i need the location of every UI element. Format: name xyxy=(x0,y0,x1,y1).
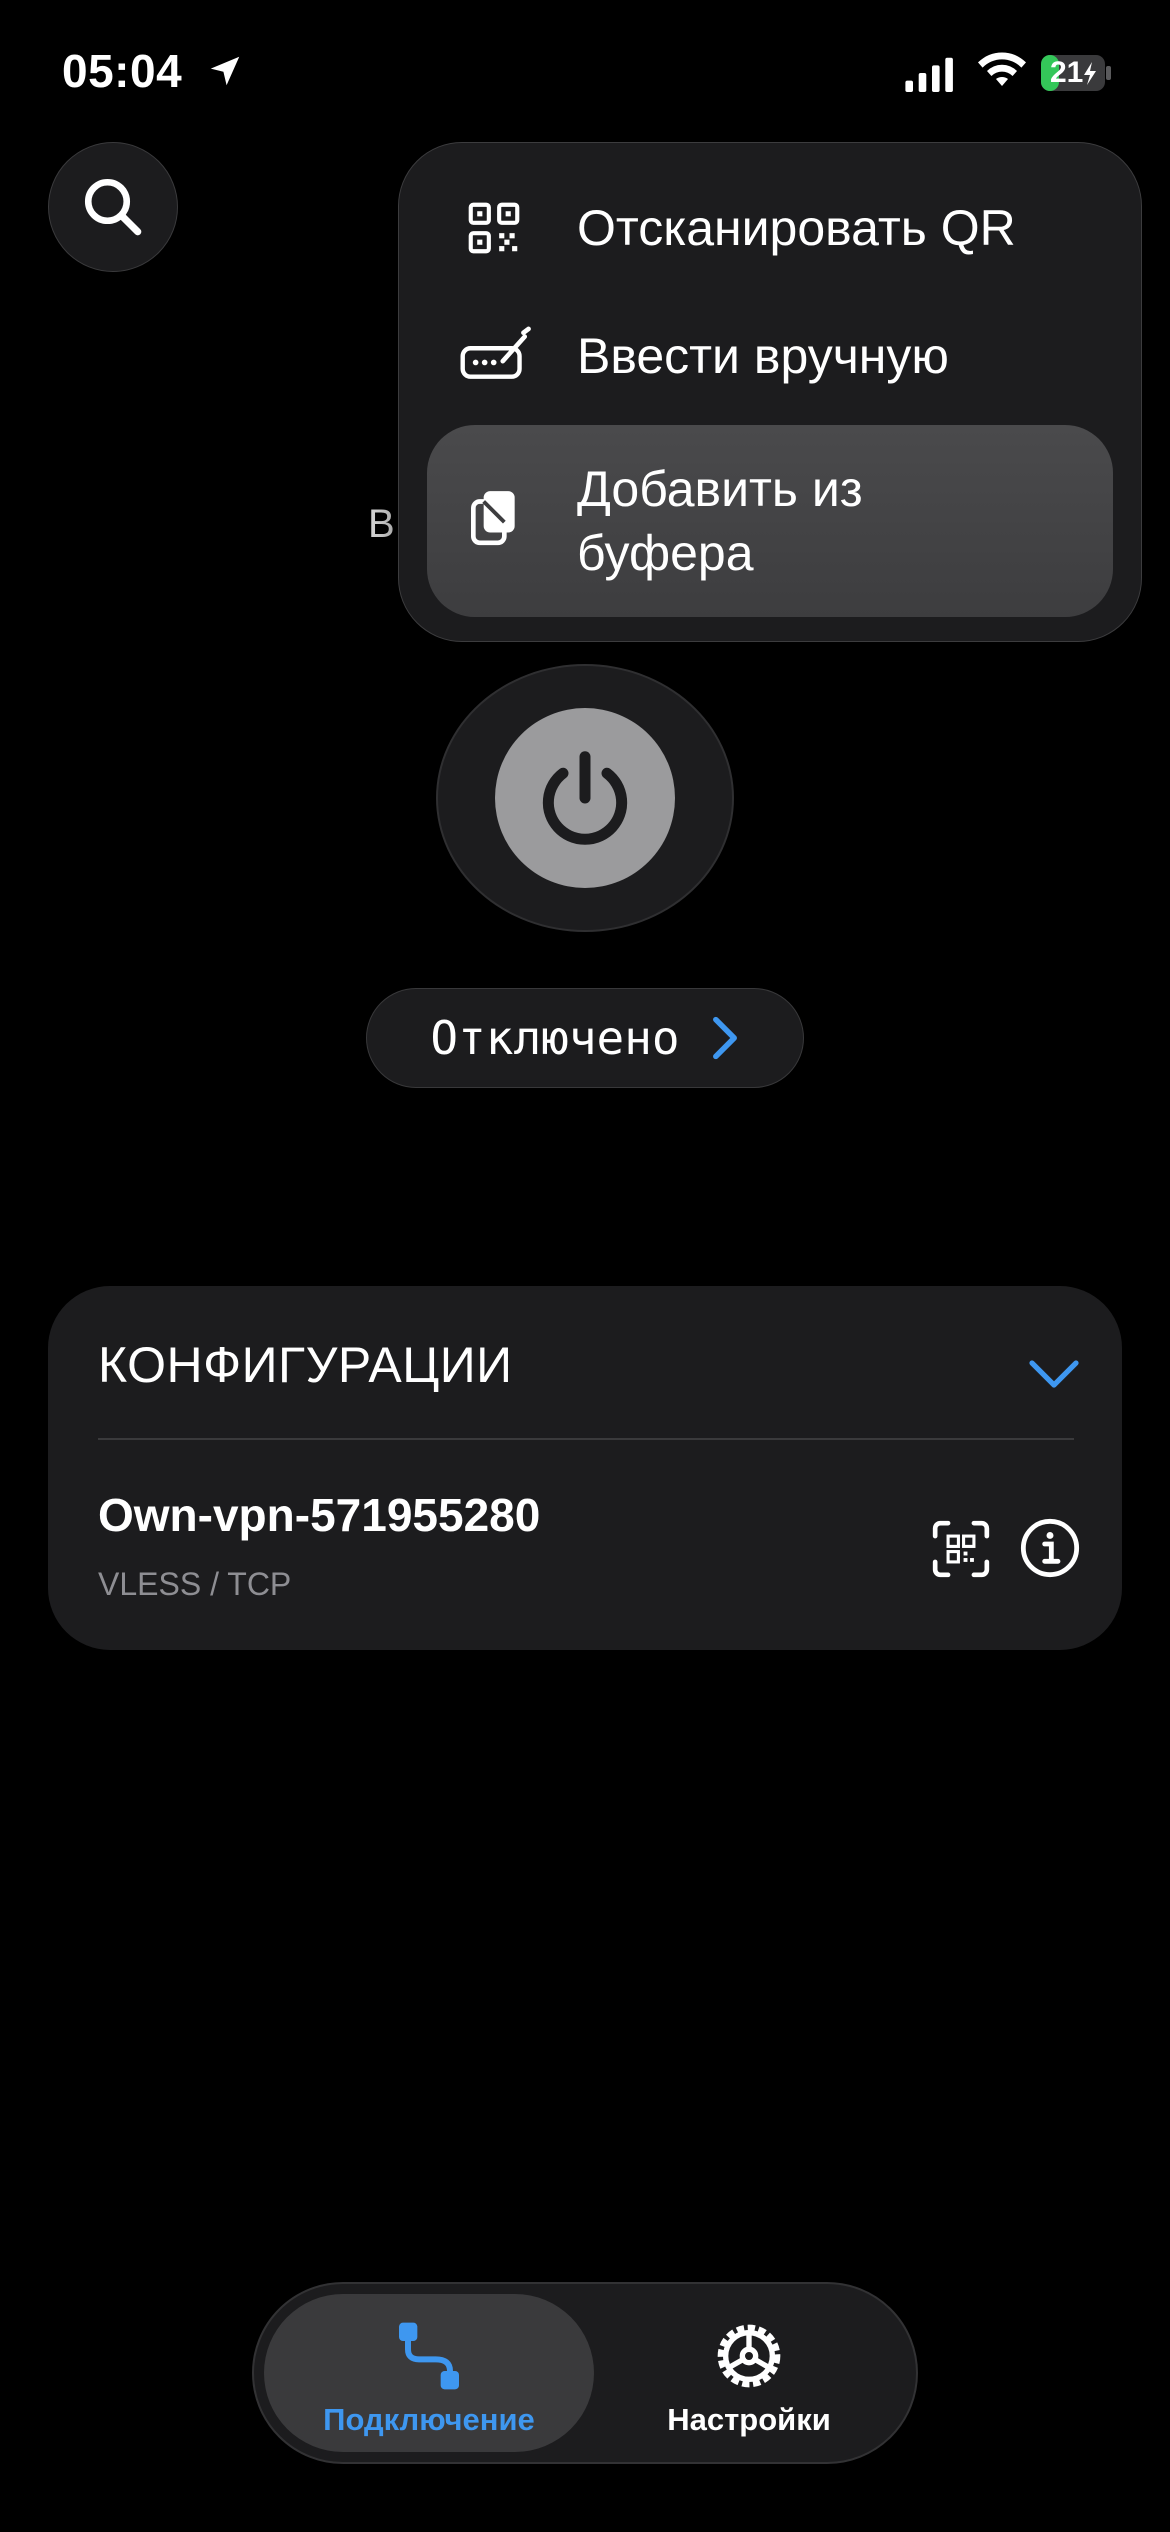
menu-item-scan-qr[interactable]: Отсканировать QR xyxy=(427,183,1113,273)
power-button-container xyxy=(436,664,734,932)
connection-icon xyxy=(399,2322,459,2390)
qr-code-icon[interactable] xyxy=(930,1518,992,1580)
location-arrow-icon xyxy=(210,56,240,86)
add-config-menu: Отсканировать QR Ввести вручную Добавить… xyxy=(398,142,1142,642)
settings-icon xyxy=(717,2324,781,2388)
info-icon[interactable] xyxy=(1018,1516,1082,1580)
tab-settings[interactable]: Настройки xyxy=(584,2294,914,2452)
configurations-card: КОНФИГУРАЦИИ Own-vpn-571955280 VLESS / T… xyxy=(48,1286,1122,1650)
qr-scan-icon xyxy=(468,202,520,254)
config-list-item[interactable]: Own-vpn-571955280 VLESS / TCP xyxy=(48,1286,908,1650)
search-icon xyxy=(84,178,142,236)
config-name: Own-vpn-571955280 xyxy=(98,1489,541,1541)
search-button[interactable] xyxy=(48,142,178,272)
chevron-right-icon xyxy=(712,1016,737,1060)
tab-label: Подключение xyxy=(323,2402,535,2437)
menu-item-label: Добавить из буфера xyxy=(577,457,863,585)
menu-item-manual-input[interactable]: Ввести вручную xyxy=(427,311,1113,401)
wifi-icon xyxy=(978,52,1026,86)
menu-item-label-line2: буфера xyxy=(577,525,754,581)
tab-bar: Подключение Настройки xyxy=(252,2282,918,2464)
power-icon xyxy=(542,751,628,845)
menu-item-add-from-clipboard[interactable]: Добавить из буфера xyxy=(427,425,1113,617)
manual-input-icon xyxy=(460,326,531,379)
menu-item-label-line1: Добавить из xyxy=(577,461,863,517)
power-button[interactable] xyxy=(495,708,675,888)
cellular-signal-icon xyxy=(905,57,953,92)
status-time: 05:04 xyxy=(62,45,183,97)
battery-level: 21 xyxy=(1050,56,1084,89)
tab-connection[interactable]: Подключение xyxy=(264,2294,594,2452)
background-text-fragment: В xyxy=(368,502,395,546)
config-protocol: VLESS / TCP xyxy=(98,1566,292,1602)
clipboard-icon xyxy=(471,491,515,546)
menu-item-label: Ввести вручную xyxy=(577,328,949,384)
tab-label: Настройки xyxy=(667,2402,831,2437)
connection-status-button[interactable]: Отключено xyxy=(366,988,804,1088)
menu-item-label: Отсканировать QR xyxy=(577,200,1016,256)
chevron-down-icon[interactable] xyxy=(1028,1358,1080,1392)
connection-status-label: Отключено xyxy=(430,1011,680,1065)
battery-indicator: 21 xyxy=(1040,54,1114,92)
